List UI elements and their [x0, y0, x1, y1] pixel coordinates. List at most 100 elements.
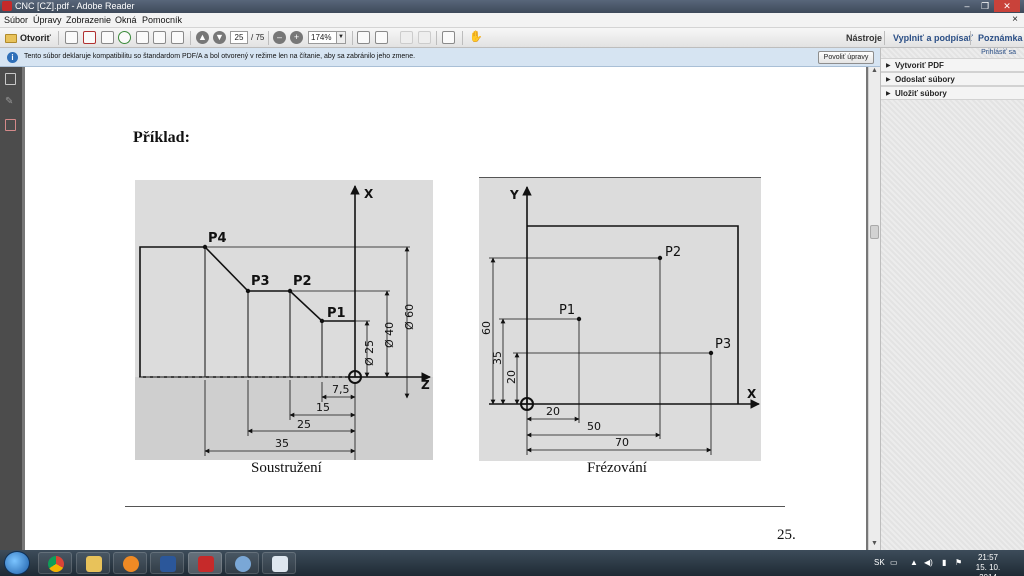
show-hidden-icons[interactable]: ▲	[910, 558, 918, 567]
rotate-left-icon[interactable]	[400, 31, 413, 44]
info-message: Tento súbor deklaruje kompatibilitu so š…	[24, 53, 416, 60]
print-icon[interactable]	[153, 31, 166, 44]
milling-point-label: P1	[559, 303, 575, 318]
fit-page-icon[interactable]	[357, 31, 370, 44]
milling-axis-y-label: Y	[509, 188, 519, 202]
page-number: 25.	[777, 527, 796, 543]
info-icon: i	[7, 52, 18, 63]
scroll-up-icon[interactable]: ▲	[869, 67, 880, 77]
zoom-in-icon[interactable]: +	[290, 31, 303, 44]
taskbar-chrome[interactable]	[38, 552, 72, 574]
taskbar-app[interactable]	[262, 552, 296, 574]
menu-window[interactable]: Okná	[115, 15, 137, 25]
turning-point-label: P1	[327, 306, 346, 321]
start-button[interactable]	[4, 551, 30, 575]
turning-drawing: X Z P4 P3 P2 P1 Ø 25 Ø 40 Ø 60 7,5 15 25…	[135, 185, 433, 460]
menu-file[interactable]: Súbor	[4, 15, 28, 25]
fit-width-icon[interactable]	[375, 31, 388, 44]
open-button[interactable]: Otvoriť	[5, 31, 51, 45]
adobe-reader-icon	[198, 556, 214, 572]
turning-point-label: P2	[293, 274, 312, 289]
page-divider	[125, 506, 785, 507]
taskbar-explorer[interactable]	[76, 552, 110, 574]
zoom-out-icon[interactable]: –	[273, 31, 286, 44]
title-bar: CNC [CZ].pdf - Adobe Reader – ❐ ✕	[0, 0, 1024, 13]
turning-axis-x-label: X	[364, 187, 374, 201]
page-number-input[interactable]: 25	[230, 31, 248, 44]
turning-diameter-label: Ø 60	[403, 304, 416, 330]
milling-axis-x-label: X	[747, 387, 757, 401]
create-pdf-icon[interactable]	[65, 31, 78, 44]
open-label: Otvoriť	[20, 33, 51, 43]
turning-dim-label: 7,5	[332, 383, 350, 396]
toolbar-divider	[190, 31, 191, 45]
keyboard-icon[interactable]: ▭	[890, 558, 898, 567]
rotate-right-icon[interactable]	[418, 31, 431, 44]
previous-page-icon[interactable]: ▲	[196, 31, 209, 44]
attachments-icon[interactable]	[5, 119, 16, 131]
pen-icon[interactable]: ✎	[5, 96, 16, 108]
taskbar-adobe-reader[interactable]	[188, 552, 222, 574]
combine-files-icon[interactable]	[83, 31, 96, 44]
app-icon	[235, 556, 251, 572]
network-icon[interactable]: ▮	[942, 558, 946, 567]
close-document-icon[interactable]: ×	[1012, 14, 1018, 25]
tools-button[interactable]: Nástroje	[846, 33, 882, 43]
page-heading: Příklad:	[133, 129, 190, 146]
task-pane: Prihlásiť sa ▶ Vytvoriť PDF ▶ Odoslať sú…	[880, 48, 1024, 550]
store-files-section[interactable]: ▶ Uložiť súbory	[881, 86, 1024, 100]
milling-point-label: P2	[665, 245, 681, 260]
milling-point-label: P3	[715, 337, 731, 352]
save-icon[interactable]	[136, 31, 149, 44]
chevron-down-icon[interactable]: ▼	[336, 32, 345, 43]
hand-tool-icon[interactable]: ✋	[469, 31, 483, 44]
email-icon[interactable]	[171, 31, 184, 44]
document-view[interactable]: Příklad: X Z P4 P3 P2 P1 Ø 25 Ø 40 Ø 60 …	[22, 67, 868, 550]
scrollbar-thumb[interactable]	[870, 225, 879, 239]
fill-sign-button[interactable]: Vyplniť a podpísať	[893, 33, 973, 43]
section-label: Vytvoriť PDF	[895, 61, 944, 70]
menu-help[interactable]: Pomocník	[142, 15, 182, 25]
vertical-scrollbar[interactable]: ▲ ▼	[868, 67, 880, 550]
expand-triangle-icon: ▶	[886, 91, 891, 97]
menu-edit[interactable]: Úpravy	[33, 15, 62, 25]
turning-point-label: P3	[251, 274, 270, 289]
comment-button[interactable]: Poznámka	[978, 33, 1023, 43]
taskbar-word[interactable]	[150, 552, 184, 574]
taskbar-app[interactable]	[225, 552, 259, 574]
create-pdf-section[interactable]: ▶ Vytvoriť PDF	[881, 58, 1024, 72]
scroll-down-icon[interactable]: ▼	[869, 540, 880, 550]
pdfa-info-bar: i Tento súbor deklaruje kompatibilitu so…	[0, 48, 880, 67]
zoom-value: 174%	[311, 33, 332, 42]
send-files-section[interactable]: ▶ Odoslať súbory	[881, 72, 1024, 86]
enable-editing-button[interactable]: Povoliť úpravy	[818, 51, 874, 64]
menu-view[interactable]: Zobrazenie	[66, 15, 111, 25]
full-screen-icon[interactable]	[442, 31, 455, 44]
clock-date: 15. 10. 2014	[975, 563, 1001, 576]
minimize-button[interactable]: –	[958, 0, 976, 12]
zoom-select[interactable]: 174% ▼	[308, 31, 346, 44]
toolbar-divider	[970, 31, 971, 45]
upload-icon[interactable]	[118, 31, 131, 44]
media-player-icon	[123, 556, 139, 572]
menu-bar: Súbor Úpravy Zobrazenie Okná Pomocník ×	[0, 13, 1024, 28]
close-button[interactable]: ✕	[994, 0, 1020, 12]
edit-icon[interactable]	[101, 31, 114, 44]
folder-icon	[5, 33, 17, 43]
toolbar-divider	[268, 31, 269, 45]
turning-dim-label: 25	[297, 418, 311, 431]
taskbar-media-player[interactable]	[113, 552, 147, 574]
speaker-icon[interactable]: ◀)	[924, 558, 933, 567]
next-page-icon[interactable]: ▼	[213, 31, 226, 44]
page-thumbnails-icon[interactable]	[5, 73, 16, 85]
pdf-page: Příklad: X Z P4 P3 P2 P1 Ø 25 Ø 40 Ø 60 …	[25, 67, 866, 550]
document-icon	[272, 556, 288, 572]
toolbar-divider	[58, 31, 59, 45]
restore-button[interactable]: ❐	[976, 0, 994, 12]
milling-dim-label: 50	[587, 420, 601, 433]
sign-in-link[interactable]: Prihlásiť sa	[981, 49, 1016, 56]
language-indicator[interactable]: SK	[874, 558, 885, 567]
flag-icon[interactable]: ⚑	[955, 558, 962, 567]
taskbar-clock[interactable]: 21:57 15. 10. 2014	[966, 553, 1010, 576]
turning-diameter-label: Ø 40	[383, 322, 396, 348]
